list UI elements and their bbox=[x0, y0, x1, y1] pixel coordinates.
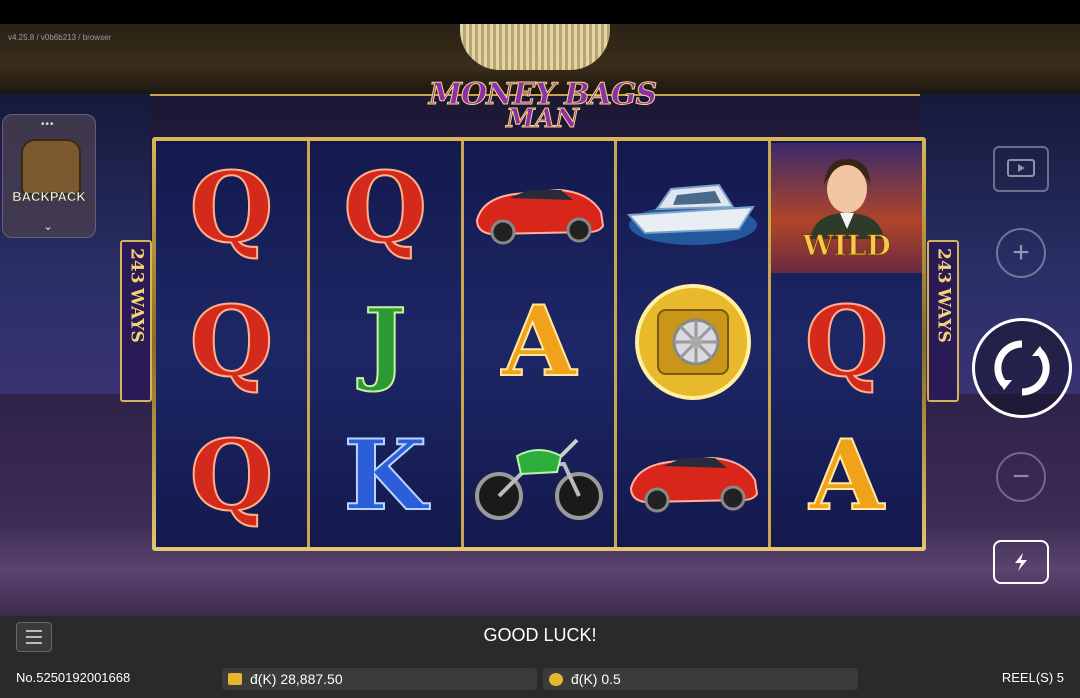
reel-cell: Q bbox=[156, 277, 307, 407]
symbol-q: Q bbox=[189, 285, 275, 398]
reel-4 bbox=[617, 141, 772, 547]
top-bar bbox=[0, 0, 1080, 24]
reel-cell bbox=[617, 411, 768, 541]
minus-icon[interactable]: − bbox=[996, 452, 1046, 502]
chandelier bbox=[460, 24, 610, 70]
dots-icon: ••• bbox=[41, 119, 55, 130]
ticket-number: No.5250192001668 bbox=[16, 670, 131, 685]
reel-cell: Q bbox=[771, 277, 922, 407]
vault-icon bbox=[634, 284, 751, 400]
reels-grid: Q Q Q Q J K A WILD Q A bbox=[156, 141, 922, 547]
version-label: v4.25.8 / v0b6b213 / browser bbox=[8, 33, 112, 42]
backpack-icon bbox=[21, 139, 81, 195]
reel-cell: A bbox=[771, 411, 922, 541]
symbol-a: A bbox=[501, 285, 577, 398]
ways-count: 243 bbox=[933, 248, 954, 284]
spin-icon bbox=[994, 340, 1050, 396]
money-man-icon bbox=[809, 158, 884, 239]
symbol-j: J bbox=[363, 289, 408, 395]
ways-word: WAYS bbox=[126, 287, 147, 343]
reel-cell: Q bbox=[310, 143, 461, 273]
reel-cell bbox=[464, 143, 615, 273]
symbol-q: Q bbox=[342, 151, 428, 264]
symbol-q: Q bbox=[804, 285, 890, 398]
reels-frame: Q Q Q Q J K A WILD Q A bbox=[152, 137, 926, 551]
car-icon bbox=[629, 456, 758, 513]
ways-badge-right: 243 WAYS bbox=[927, 240, 959, 402]
backpack-feature-button[interactable]: ••• BACKPACK ⌄ bbox=[2, 114, 96, 238]
reel-cell: WILD bbox=[771, 143, 922, 273]
screen-icon[interactable] bbox=[993, 146, 1049, 192]
reel-cell: Q bbox=[156, 411, 307, 541]
ways-word: WAYS bbox=[933, 287, 954, 343]
reel-3: A bbox=[463, 141, 618, 547]
ways-count: 243 bbox=[126, 248, 147, 284]
yacht-icon bbox=[626, 183, 757, 245]
reel-cell: J bbox=[310, 277, 461, 407]
symbol-q: Q bbox=[189, 419, 275, 532]
status-message: GOOD LUCK! bbox=[483, 625, 597, 645]
motorbike-icon bbox=[474, 438, 603, 520]
reel-cell: A bbox=[464, 277, 615, 407]
game-logo: MONEY BAGS MAN bbox=[410, 79, 675, 142]
reel-cell: K bbox=[310, 411, 461, 541]
ways-badge-left: 243 WAYS bbox=[120, 240, 152, 402]
bet-value: đ(K) 0.5 bbox=[571, 671, 621, 687]
spin-button[interactable] bbox=[972, 318, 1072, 418]
symbol-k: K bbox=[342, 419, 427, 532]
reel-cell bbox=[617, 143, 768, 273]
backpack-label: BACKPACK bbox=[12, 189, 86, 205]
reel-1: Q Q Q bbox=[156, 141, 310, 547]
plus-icon[interactable]: + bbox=[996, 228, 1046, 278]
chevron-down-icon: ⌄ bbox=[43, 219, 54, 233]
reel-cell: Q bbox=[156, 143, 307, 273]
turbo-icon[interactable] bbox=[993, 540, 1049, 584]
reels-count: REEL(S) 5 bbox=[1001, 670, 1064, 685]
bet-display[interactable]: đ(K) 0.5 bbox=[543, 668, 858, 690]
wild-label: WILD bbox=[802, 228, 892, 262]
reel-cell bbox=[617, 277, 768, 407]
car-icon bbox=[475, 188, 605, 245]
reel-cell bbox=[464, 411, 615, 541]
symbol-q: Q bbox=[189, 151, 275, 264]
coins-icon bbox=[549, 672, 563, 686]
reel-5: WILD Q A bbox=[771, 141, 922, 547]
balance-display: đ(K) 28,887.50 bbox=[222, 668, 537, 690]
balance-value: đ(K) 28,887.50 bbox=[250, 671, 343, 687]
wallet-icon bbox=[228, 673, 242, 685]
symbol-a: A bbox=[808, 419, 884, 532]
reel-2: Q J K bbox=[309, 141, 464, 547]
